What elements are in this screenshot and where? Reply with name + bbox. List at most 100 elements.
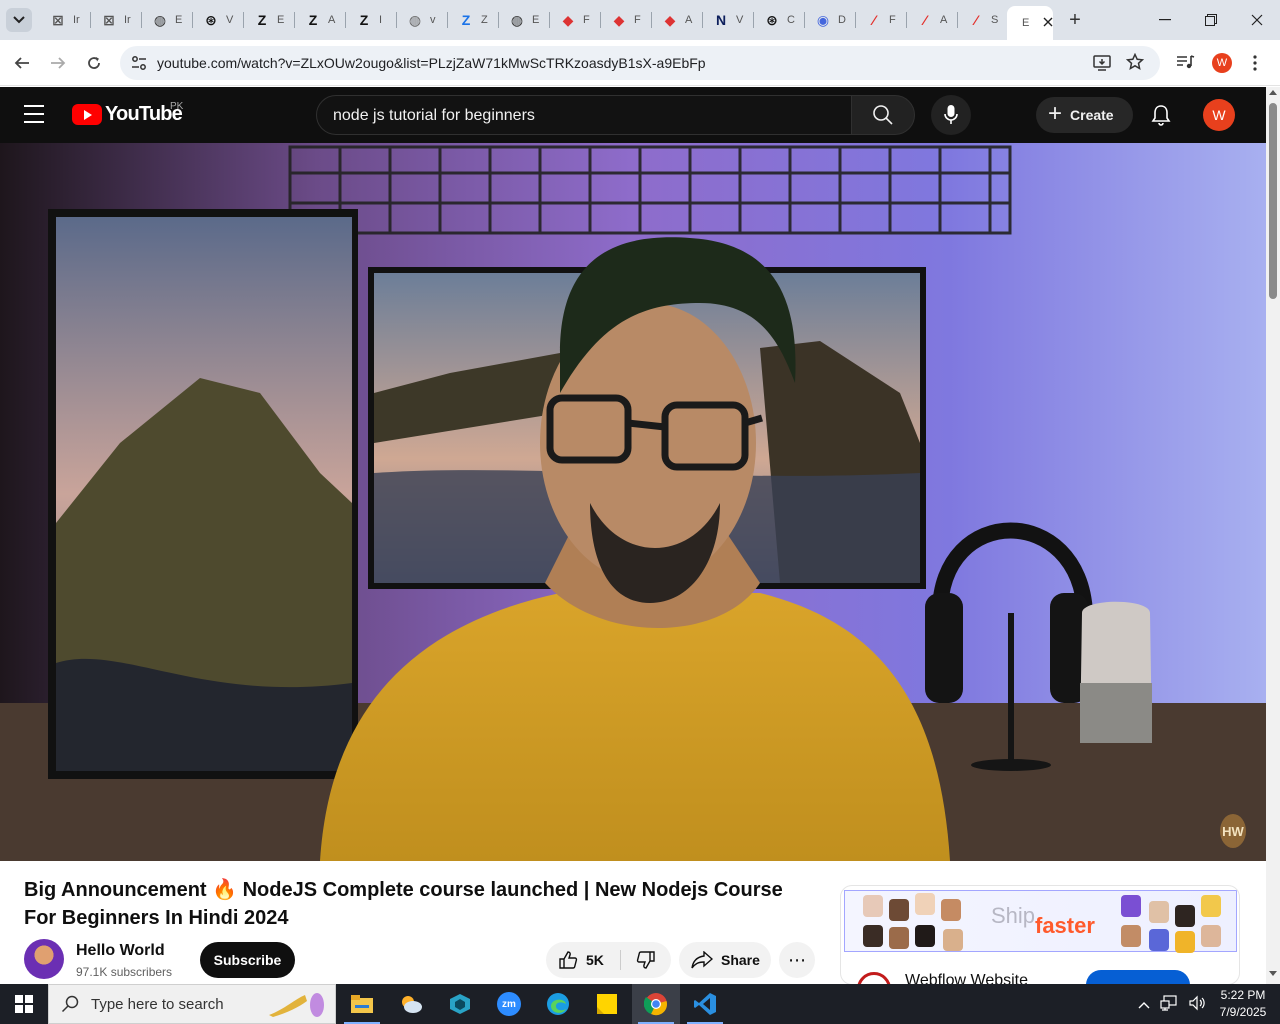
- youtube-header: YouTube PK node js tutorial for beginner…: [0, 87, 1266, 143]
- arrow-left-icon: [14, 57, 29, 69]
- subscribe-button[interactable]: Subscribe: [200, 942, 295, 978]
- ad-banner-image[interactable]: Ship faster: [844, 890, 1237, 953]
- gem-icon: ◆: [562, 11, 574, 28]
- browser-tab[interactable]: ◍ v: [397, 6, 447, 34]
- network-icon[interactable]: [1160, 994, 1178, 1014]
- close-window-button[interactable]: [1234, 0, 1280, 40]
- weather-icon[interactable]: [387, 984, 435, 1024]
- search-icon: [61, 995, 79, 1013]
- browser-tab[interactable]: ⁄ A: [907, 6, 957, 34]
- browser-tab[interactable]: ◆ F: [601, 6, 651, 34]
- site-settings-icon[interactable]: [130, 54, 148, 72]
- acrobat-icon: ⁄: [974, 12, 978, 28]
- vscode-icon[interactable]: [681, 984, 729, 1024]
- browser-tab[interactable]: ZE: [244, 6, 294, 34]
- windows-taskbar: Type here to search zm 5:22 PM 7/9/2025: [0, 984, 1280, 1024]
- share-button[interactable]: Share: [679, 942, 771, 978]
- video-frame: [0, 143, 1266, 861]
- close-tab-icon[interactable]: [1043, 16, 1053, 30]
- search-query-text[interactable]: node js tutorial for beginners: [333, 107, 535, 125]
- like-button[interactable]: 5K: [546, 942, 620, 978]
- browser-tab[interactable]: ZZ: [448, 6, 498, 34]
- tab-search-button[interactable]: [6, 8, 32, 32]
- system-clock[interactable]: 5:22 PM 7/9/2025: [1212, 987, 1274, 1021]
- voice-search-button[interactable]: [931, 95, 971, 135]
- create-button[interactable]: + Create: [1036, 97, 1133, 133]
- browser-tab[interactable]: ZA: [295, 6, 345, 34]
- page-scrollbar[interactable]: [1266, 87, 1280, 984]
- chevron-down-icon: [13, 16, 25, 24]
- profile-avatar[interactable]: W: [1212, 53, 1232, 73]
- browser-tab[interactable]: ◉ D: [805, 6, 855, 34]
- chevron-up-icon[interactable]: [1138, 997, 1150, 1012]
- browser-tab[interactable]: ◆ A: [652, 6, 702, 34]
- minimize-button[interactable]: [1142, 0, 1188, 40]
- back-button[interactable]: [8, 49, 36, 77]
- reload-button[interactable]: [80, 49, 108, 77]
- search-icon: [873, 105, 893, 125]
- browser-tab[interactable]: ◆ F: [550, 6, 600, 34]
- file-explorer-icon[interactable]: [338, 984, 386, 1024]
- browser-tab[interactable]: ⊠ Ir: [91, 6, 141, 34]
- restore-icon: [1205, 14, 1217, 26]
- install-app-icon[interactable]: [1093, 54, 1111, 77]
- media-control-icon[interactable]: [1176, 54, 1196, 77]
- edge-icon[interactable]: [534, 984, 582, 1024]
- browser-tab[interactable]: ⁄ S: [958, 6, 1008, 34]
- restore-button[interactable]: [1188, 0, 1234, 40]
- start-button[interactable]: [0, 984, 48, 1024]
- plus-icon: +: [1048, 99, 1063, 127]
- browser-tab[interactable]: ZI: [346, 6, 396, 34]
- create-label: Create: [1070, 107, 1114, 123]
- browser-tab[interactable]: ⁄ F: [856, 6, 906, 34]
- channel-name[interactable]: Hello World: [76, 942, 165, 960]
- scroll-down-arrow-icon[interactable]: [1269, 971, 1277, 976]
- openai-icon: ⊛: [205, 11, 217, 28]
- channel-watermark[interactable]: HW: [1220, 814, 1246, 848]
- zoom-icon[interactable]: zm: [485, 984, 533, 1024]
- ad-cta-button[interactable]: [1086, 970, 1190, 984]
- more-actions-button[interactable]: ⋯: [779, 942, 815, 978]
- browser-tab[interactable]: ⊛ C: [754, 6, 804, 34]
- browser-tab[interactable]: ⊛ V: [193, 6, 243, 34]
- browser-tab[interactable]: E: [1007, 6, 1053, 40]
- browser-tab[interactable]: ◍ E: [499, 6, 549, 34]
- taskbar-search-box[interactable]: Type here to search: [48, 984, 336, 1024]
- address-bar[interactable]: youtube.com/watch?v=ZLxOUw2ougo&list=PLz…: [120, 46, 1160, 80]
- browser-tab-label: A: [940, 14, 948, 26]
- search-button[interactable]: [851, 95, 915, 135]
- app-icon[interactable]: [436, 984, 484, 1024]
- youtube-play-icon: [72, 104, 102, 125]
- browser-tab[interactable]: ⊠ Ir: [40, 6, 90, 34]
- chrome-icon[interactable]: [632, 984, 680, 1024]
- z-icon: Z: [461, 12, 471, 28]
- globe-icon: ◍: [408, 11, 422, 28]
- scroll-up-arrow-icon[interactable]: [1269, 90, 1277, 95]
- bookmark-star-icon[interactable]: [1125, 52, 1145, 76]
- browser-tab-label: V: [736, 14, 744, 26]
- youtube-logo[interactable]: YouTube: [72, 103, 183, 126]
- scrollbar-thumb[interactable]: [1269, 103, 1277, 299]
- url-text[interactable]: youtube.com/watch?v=ZLxOUw2ougo&list=PLz…: [157, 55, 706, 71]
- like-count: 5K: [586, 952, 604, 968]
- share-label: Share: [721, 952, 760, 968]
- clock-time: 5:22 PM: [1220, 988, 1266, 1002]
- browser-menu-icon[interactable]: [1252, 54, 1258, 77]
- dislike-button[interactable]: [621, 942, 671, 978]
- thumbs-up-icon: [559, 951, 578, 969]
- volume-icon[interactable]: [1188, 995, 1206, 1014]
- sponsored-ad-card[interactable]: Ship faster Webflow Website: [840, 885, 1240, 985]
- notifications-bell-icon[interactable]: [1149, 103, 1173, 127]
- channel-avatar[interactable]: [24, 939, 64, 979]
- video-player[interactable]: HW: [0, 143, 1266, 861]
- sticky-notes-icon[interactable]: [583, 984, 631, 1024]
- browser-tab[interactable]: NV: [703, 6, 753, 34]
- account-avatar[interactable]: W: [1203, 99, 1235, 131]
- z-icon: Z: [308, 12, 318, 28]
- browser-tab[interactable]: ◍ E: [142, 6, 192, 34]
- z-icon: Z: [257, 12, 267, 28]
- hamburger-menu-icon[interactable]: [24, 105, 48, 125]
- new-tab-button[interactable]: +: [1062, 8, 1088, 32]
- search-input[interactable]: node js tutorial for beginners: [316, 95, 852, 135]
- forward-button[interactable]: [44, 49, 72, 77]
